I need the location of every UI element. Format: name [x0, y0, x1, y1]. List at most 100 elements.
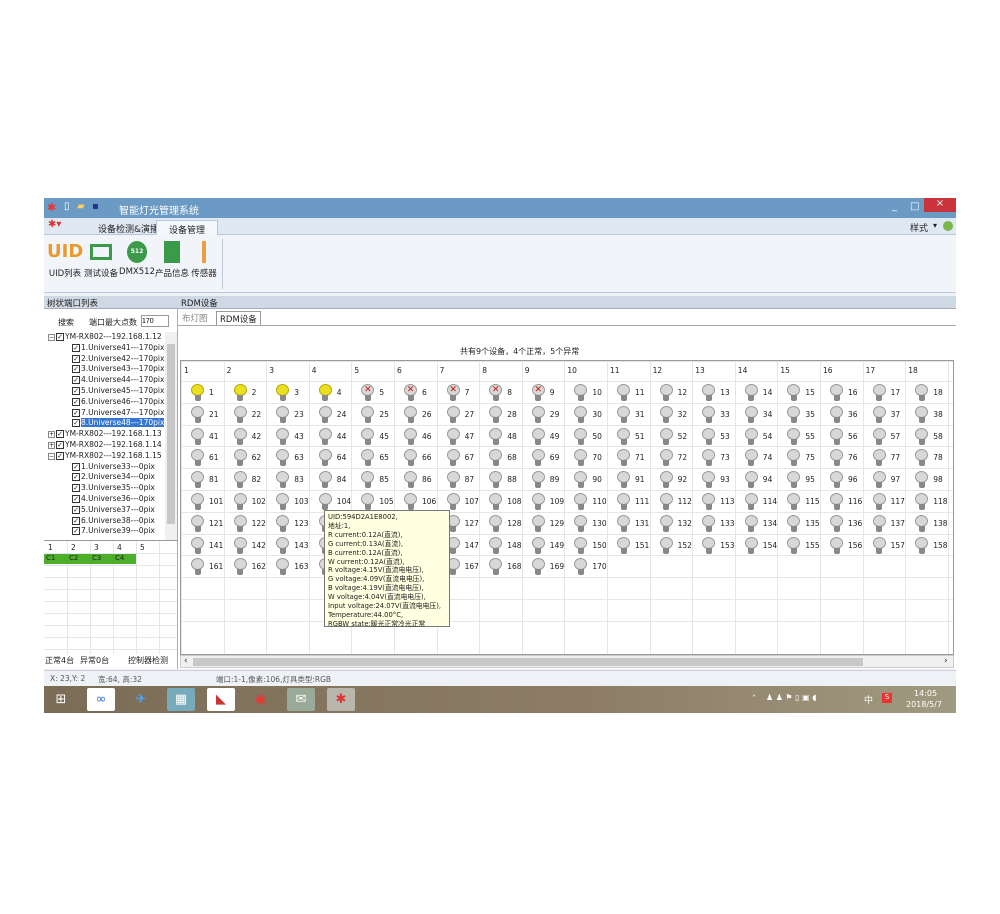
- bulb-icon-off[interactable]: [233, 493, 247, 510]
- bulb-icon-off[interactable]: [446, 449, 460, 467]
- controller-cell[interactable]: C1: [44, 554, 67, 564]
- bulb-icon-off[interactable]: [702, 449, 716, 467]
- tree-item-universe[interactable]: ✓ 6.Universe38---0pix: [72, 516, 155, 527]
- controller-cell[interactable]: C2: [67, 554, 90, 564]
- bulb-icon-error[interactable]: ✕: [361, 384, 375, 401]
- checkbox[interactable]: ✓: [72, 527, 80, 536]
- bulb-icon-off[interactable]: [872, 493, 886, 510]
- bulb-icon-off[interactable]: [744, 493, 758, 510]
- tree-item-universe[interactable]: ✓ 5.Universe45---170pix: [72, 386, 164, 397]
- tab-device-manage[interactable]: 设备管理: [156, 220, 219, 236]
- checkbox[interactable]: ✓: [56, 441, 64, 449]
- bulb-icon-off[interactable]: [617, 427, 630, 445]
- bulb-icon-off[interactable]: [489, 558, 503, 576]
- bulb-icon-off[interactable]: [191, 449, 204, 467]
- bulb-icon-off[interactable]: [787, 384, 801, 401]
- bulb-icon-off[interactable]: [361, 449, 375, 467]
- bulb-icon-off[interactable]: [531, 427, 545, 445]
- bulb-icon-off[interactable]: [617, 449, 630, 467]
- bulb-icon-off[interactable]: [531, 449, 545, 467]
- bulb-icon-off[interactable]: [702, 536, 716, 554]
- dmx512-button[interactable]: 512 DMX512: [119, 241, 155, 277]
- bulb-icon-off[interactable]: [404, 405, 417, 423]
- bulb-icon-error[interactable]: ✕: [446, 384, 460, 401]
- tree-item-controller[interactable]: + ✓ YM-RX802---192.168.1.14: [48, 440, 162, 451]
- bulb-icon-off[interactable]: [830, 384, 843, 401]
- bulb-icon-off[interactable]: [659, 536, 673, 554]
- checkbox[interactable]: ✓: [72, 505, 80, 514]
- bulb-icon-off[interactable]: [191, 558, 204, 576]
- baidu-netdisk-icon[interactable]: ∞: [87, 688, 115, 711]
- bulb-icon-off[interactable]: [318, 471, 332, 489]
- bulb-icon-off[interactable]: [233, 427, 247, 445]
- bulb-icon-error[interactable]: ✕: [531, 384, 545, 401]
- bulb-icon-off[interactable]: [915, 471, 929, 489]
- bulb-icon-off[interactable]: [659, 493, 673, 510]
- bulb-icon-off[interactable]: [830, 536, 843, 554]
- checkbox[interactable]: ✓: [72, 473, 80, 482]
- tree-item-controller[interactable]: − ✓ YM-RX802---192.168.1.12: [48, 332, 162, 343]
- clock-time[interactable]: 14:05: [914, 689, 937, 698]
- bulb-icon-off[interactable]: [531, 405, 545, 423]
- tree-item-universe[interactable]: ✓ 4.Universe44---170pix: [72, 375, 164, 386]
- bulb-icon-off[interactable]: [276, 405, 290, 423]
- expand-toggle-icon[interactable]: −: [48, 334, 55, 341]
- bulb-icon-off[interactable]: [872, 449, 886, 467]
- bulb-icon-off[interactable]: [276, 514, 290, 532]
- checkbox[interactable]: ✓: [72, 343, 80, 352]
- checkbox[interactable]: ✓: [72, 495, 80, 503]
- bulb-icon-off[interactable]: [659, 514, 673, 532]
- bulb-icon-error[interactable]: ✕: [404, 384, 417, 401]
- windows-start-icon[interactable]: ⊞: [47, 688, 75, 711]
- expand-toggle-icon[interactable]: −: [48, 452, 55, 460]
- bulb-icon-off[interactable]: [915, 405, 929, 423]
- checkbox[interactable]: ✓: [72, 484, 80, 493]
- bulb-icon-off[interactable]: [489, 427, 503, 445]
- bulb-icon-lit[interactable]: [233, 384, 247, 401]
- bulb-icon-off[interactable]: [830, 405, 843, 423]
- bulb-icon-off[interactable]: [787, 536, 801, 554]
- sensor-button[interactable]: 传感器: [186, 241, 222, 279]
- test-device-button[interactable]: 测试设备: [83, 241, 119, 279]
- tree-item-universe[interactable]: ✓ 7.Universe39---0pix: [72, 526, 155, 537]
- bulb-icon-off[interactable]: [702, 471, 716, 489]
- bulb-icon-off[interactable]: [276, 471, 290, 489]
- style-menu[interactable]: 样式: [910, 221, 928, 234]
- bulb-icon-off[interactable]: [404, 471, 417, 489]
- max-points-input[interactable]: [141, 315, 169, 327]
- bulb-icon-off[interactable]: [318, 493, 332, 510]
- tree-item-universe[interactable]: ✓ 6.Universe46---170pix: [72, 397, 164, 408]
- bulb-icon-off[interactable]: [531, 471, 545, 489]
- tree-item-universe[interactable]: ✓ 5.Universe37---0pix: [72, 505, 155, 516]
- bulb-icon-off[interactable]: [191, 427, 204, 445]
- search-label[interactable]: 搜索: [58, 317, 74, 328]
- bulb-icon-off[interactable]: [361, 405, 375, 423]
- wechat-icon[interactable]: ✉: [287, 688, 315, 711]
- bulb-icon-off[interactable]: [787, 493, 801, 510]
- tree-item-universe[interactable]: ✓ 7.Universe47---170pix: [72, 408, 164, 419]
- tree-scrollbar-thumb[interactable]: [167, 344, 175, 524]
- bulb-icon-off[interactable]: [617, 405, 630, 423]
- bulb-icon-off[interactable]: [191, 405, 204, 423]
- controller-detect-button[interactable]: 控制器检测: [128, 655, 168, 666]
- bulb-icon-off[interactable]: [744, 405, 758, 423]
- bulb-icon-off[interactable]: [489, 493, 503, 510]
- tray-icons[interactable]: ♟ ♟ ⚑ ▯ ▣ ◖: [766, 693, 816, 702]
- bulb-icon-off[interactable]: [702, 405, 716, 423]
- tree-scrollbar[interactable]: [165, 332, 177, 540]
- bulb-icon-off[interactable]: [361, 493, 375, 510]
- bulb-icon-off[interactable]: [531, 493, 545, 510]
- ime-indicator[interactable]: 中: [864, 693, 873, 706]
- bulb-icon-off[interactable]: [830, 471, 843, 489]
- horizontal-scrollbar[interactable]: ‹ ›: [180, 655, 954, 668]
- bulb-icon-off[interactable]: [233, 536, 247, 554]
- bulb-icon-off[interactable]: [574, 427, 588, 445]
- bulb-icon-off[interactable]: [446, 471, 460, 489]
- bulb-icon-off[interactable]: [744, 449, 758, 467]
- bulb-icon-off[interactable]: [404, 449, 417, 467]
- tree-item-universe[interactable]: ✓ 2.Universe42---170pix: [72, 354, 164, 365]
- bulb-icon-off[interactable]: [659, 405, 673, 423]
- chevron-down-icon[interactable]: ▾: [933, 221, 937, 230]
- calculator-icon[interactable]: ▦: [167, 688, 195, 711]
- bulb-icon-off[interactable]: [574, 558, 588, 576]
